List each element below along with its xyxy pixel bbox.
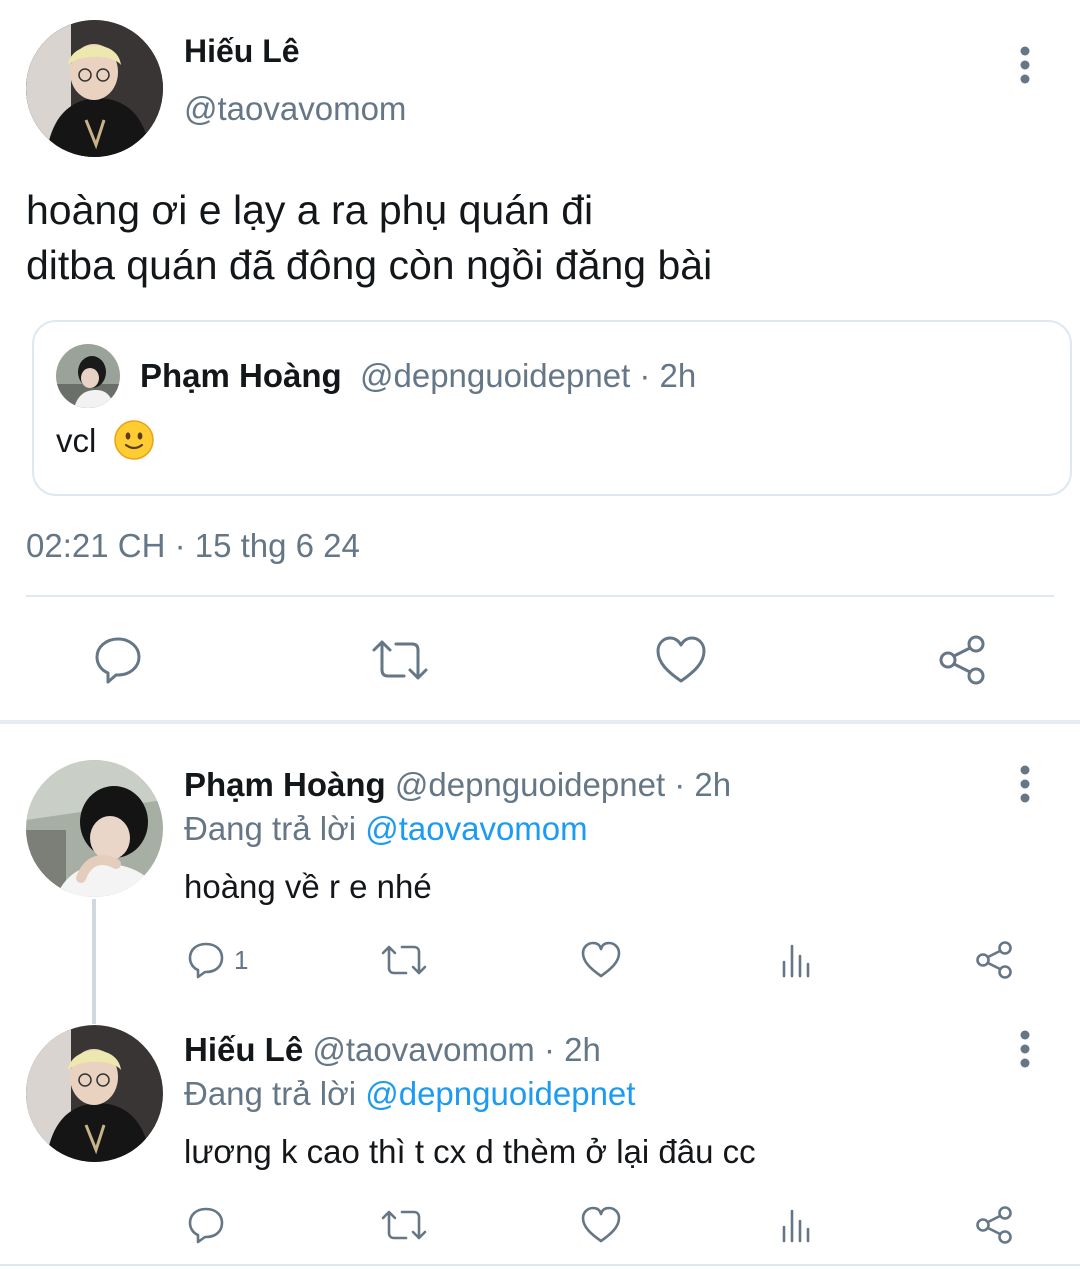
like-icon[interactable]	[580, 1205, 622, 1245]
replying-to-handle[interactable]: @depnguoidepnet	[365, 1075, 635, 1112]
reply-icon[interactable]	[186, 940, 226, 980]
more-options-icon[interactable]	[1014, 46, 1036, 84]
tweet-text: hoàng ơi e lạy a ra phụ quán đi ditba qu…	[26, 183, 712, 293]
analytics-icon[interactable]	[778, 1205, 818, 1245]
replying-to: Đang trả lời @depnguoidepnet	[184, 1075, 635, 1113]
reply-text: lương k cao thì t cx d thèm ở lại đâu cc	[184, 1133, 756, 1170]
reply-icon[interactable]	[92, 634, 144, 686]
reply-author-name[interactable]: Hiếu Lê	[184, 1031, 303, 1068]
replying-to-handle[interactable]: @taovavomom	[365, 810, 587, 847]
replying-to: Đang trả lời @taovavomom	[184, 810, 588, 848]
timestamp-divider	[26, 595, 1054, 597]
quoted-tweet-card[interactable]: Phạm Hoàng @depnguoidepnet · 2h vcl	[32, 320, 1072, 496]
reply-tweet[interactable]: Hiếu Lê @taovavomom · 2h Đang trả lời @d…	[0, 1000, 1080, 1269]
like-icon[interactable]	[654, 634, 708, 686]
quoted-author-avatar[interactable]	[56, 344, 120, 408]
reply-author-avatar[interactable]	[26, 760, 163, 897]
bottom-divider	[0, 1264, 1080, 1266]
reply-author-name[interactable]: Phạm Hoàng	[184, 766, 386, 803]
tweet-timestamp[interactable]: 02:21 CH · 15 thg 6 24	[26, 527, 360, 565]
share-icon[interactable]	[974, 940, 1014, 980]
like-icon[interactable]	[580, 940, 622, 980]
share-icon[interactable]	[974, 1205, 1014, 1245]
reply-text: hoàng về r e nhé	[184, 868, 432, 905]
quoted-author-handle[interactable]: @depnguoidepnet · 2h	[360, 357, 696, 395]
replying-to-prefix: Đang trả lời	[184, 1075, 357, 1112]
reply-author-avatar[interactable]	[26, 1025, 163, 1162]
tweet-text-line-1: hoàng ơi e lạy a ra phụ quán đi	[26, 187, 594, 233]
reply-author-handle[interactable]: @taovavomom · 2h	[312, 1031, 600, 1068]
main-author-name[interactable]: Hiếu Lê	[184, 33, 300, 70]
reply-author-handle[interactable]: @depnguoidepnet · 2h	[395, 766, 731, 803]
more-options-icon[interactable]	[1014, 1030, 1036, 1068]
reply-icon[interactable]	[186, 1205, 226, 1245]
main-tweet: Hiếu Lê @taovavomom hoàng ơi e lạy a ra …	[0, 0, 1080, 720]
main-author-avatar[interactable]	[26, 20, 163, 157]
retweet-icon[interactable]	[380, 1205, 428, 1245]
quoted-text: vcl	[56, 420, 154, 460]
replying-to-prefix: Đang trả lời	[184, 810, 357, 847]
analytics-icon[interactable]	[778, 940, 818, 980]
quoted-author-name[interactable]: Phạm Hoàng	[140, 357, 342, 395]
reply-tweet[interactable]: Phạm Hoàng @depnguoidepnet · 2h Đang trả…	[0, 724, 1080, 1024]
slightly-smiling-face-emoji	[113, 420, 154, 460]
reply-header: Phạm Hoàng @depnguoidepnet · 2h	[184, 766, 731, 804]
retweet-icon[interactable]	[380, 940, 428, 980]
more-options-icon[interactable]	[1014, 765, 1036, 803]
main-author-handle[interactable]: @taovavomom	[184, 90, 406, 128]
tweet-text-line-2: ditba quán đã đông còn ngồi đăng bài	[26, 242, 713, 288]
retweet-icon[interactable]	[370, 634, 430, 686]
reply-header: Hiếu Lê @taovavomom · 2h	[184, 1031, 601, 1069]
reply-count: 1	[234, 944, 249, 975]
reply-action[interactable]: 1	[186, 940, 248, 980]
share-icon[interactable]	[936, 634, 988, 686]
reply-action[interactable]	[186, 1205, 234, 1245]
quoted-text-body: vcl	[56, 422, 97, 459]
